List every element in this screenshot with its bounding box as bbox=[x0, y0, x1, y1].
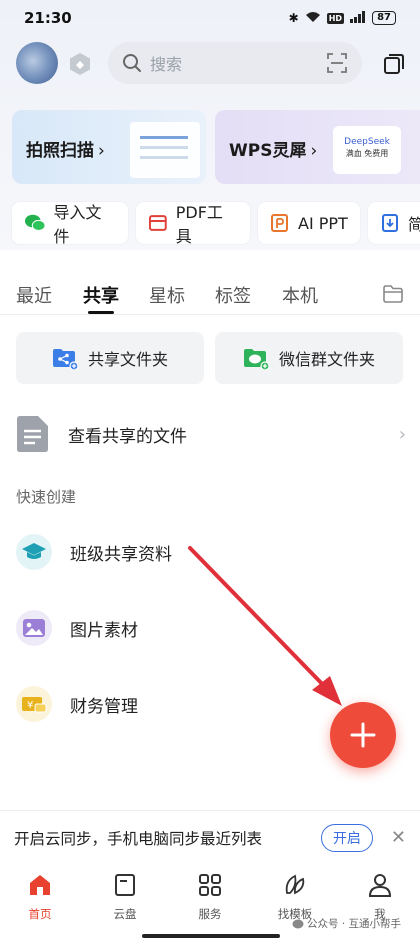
enable-sync-button[interactable]: 开启 bbox=[320, 823, 373, 852]
bluetooth-icon: ✱ bbox=[288, 11, 299, 25]
plus-icon bbox=[350, 722, 376, 748]
battery-icon: 87 bbox=[372, 11, 396, 25]
shared-folder-label: 共享文件夹 bbox=[87, 350, 168, 369]
nav-templates[interactable]: 找模板 bbox=[259, 872, 331, 922]
grid-icon bbox=[199, 874, 221, 896]
image-assets-label: 图片素材 bbox=[70, 620, 138, 641]
document-illustration bbox=[130, 122, 200, 178]
nav-services[interactable]: 服务 bbox=[174, 872, 246, 922]
tab-local[interactable]: 本机 bbox=[282, 282, 318, 308]
scan-icon[interactable] bbox=[326, 52, 348, 74]
pdf-tools-button[interactable]: PDF工具 bbox=[136, 202, 250, 246]
nav-home[interactable]: 首页 bbox=[4, 872, 76, 922]
chevron-right-icon: › bbox=[310, 141, 318, 161]
tools-row: 导入文件 PDF工具 AI PPT 简 bbox=[12, 202, 420, 246]
image-icon bbox=[16, 610, 52, 646]
wps-ai-banner-label: WPS灵犀 bbox=[229, 141, 307, 161]
nav-services-label: 服务 bbox=[198, 907, 222, 921]
view-shared-files-row[interactable]: 查看共享的文件 › bbox=[16, 412, 406, 456]
ai-ppt-label: AI PPT bbox=[298, 213, 348, 233]
file-tabs: 最近 共享 星标 标签 本机 bbox=[0, 278, 420, 314]
create-new-fab[interactable] bbox=[330, 702, 396, 768]
simple-doc-button[interactable]: 简 bbox=[368, 202, 420, 244]
status-icons: ✱ HD 87 bbox=[288, 10, 396, 26]
doc-icon bbox=[382, 214, 398, 232]
watermark: 公众号 · 互通小帮手 bbox=[292, 916, 401, 931]
share-folder-icon bbox=[52, 349, 78, 370]
ppt-icon bbox=[271, 214, 288, 232]
avatar[interactable] bbox=[16, 42, 58, 84]
multi-window-icon[interactable] bbox=[382, 52, 406, 76]
hexagon-badge-icon[interactable] bbox=[68, 52, 92, 76]
status-bar: 21:30 ✱ HD 87 bbox=[0, 0, 420, 36]
tab-shared[interactable]: 共享 bbox=[83, 282, 119, 308]
watermark-text: 公众号 · 互通小帮手 bbox=[307, 918, 402, 930]
quick-create-title: 快速创建 bbox=[16, 488, 77, 506]
status-time: 21:30 bbox=[24, 9, 72, 27]
deepseek-subtitle: 满血 免费用 bbox=[345, 149, 389, 158]
wechat-folder-icon bbox=[243, 349, 269, 370]
search-icon bbox=[123, 54, 141, 72]
scan-banner-label: 拍照扫描 bbox=[26, 141, 94, 161]
document-icon bbox=[17, 416, 48, 452]
header: 搜索 bbox=[0, 40, 420, 86]
home-icon bbox=[30, 875, 50, 895]
tab-recent[interactable]: 最近 bbox=[16, 282, 52, 308]
nav-cloud-drive-label: 云盘 bbox=[113, 907, 137, 921]
class-materials-label: 班级共享资料 bbox=[70, 544, 172, 565]
close-icon[interactable]: ✕ bbox=[391, 827, 406, 848]
chevron-right-icon: › bbox=[398, 423, 406, 445]
wechat-group-folder-button[interactable]: 微信群文件夹 bbox=[215, 332, 403, 384]
cloud-drive-icon bbox=[115, 874, 135, 896]
ai-ppt-button[interactable]: AI PPT bbox=[258, 202, 360, 244]
feature-banners: 拍照扫描 › DeepSeek 满血 免费用 WPS灵犀 › bbox=[12, 110, 420, 184]
scan-banner[interactable]: 拍照扫描 › bbox=[12, 110, 206, 184]
view-shared-files-label: 查看共享的文件 bbox=[68, 426, 187, 447]
tab-tags[interactable]: 标签 bbox=[215, 282, 251, 308]
simple-doc-label: 简 bbox=[408, 215, 420, 234]
graduation-cap-icon bbox=[16, 534, 52, 570]
import-file-label: 导入文件 bbox=[53, 203, 102, 246]
nav-me[interactable]: 我 bbox=[344, 872, 416, 922]
signal-icon bbox=[350, 10, 366, 26]
deepseek-title: DeepSeek bbox=[344, 137, 390, 147]
share-buttons: 共享文件夹 微信群文件夹 bbox=[16, 332, 406, 384]
finance-label: 财务管理 bbox=[70, 696, 138, 717]
wechat-icon bbox=[24, 214, 46, 232]
search-placeholder: 搜索 bbox=[150, 55, 183, 74]
quick-create-class-materials[interactable]: 班级共享资料 bbox=[16, 530, 396, 574]
cloud-sync-text: 开启云同步，手机电脑同步最近列表 bbox=[14, 829, 263, 848]
wechat-group-folder-label: 微信群文件夹 bbox=[278, 350, 375, 369]
wifi-icon bbox=[305, 11, 321, 26]
wps-ai-banner[interactable]: DeepSeek 满血 免费用 WPS灵犀 › bbox=[215, 110, 420, 184]
tabs-divider bbox=[0, 314, 420, 315]
chevron-right-icon: › bbox=[98, 141, 105, 161]
search-bar[interactable]: 搜索 bbox=[108, 42, 362, 84]
cloud-sync-bar: 开启云同步，手机电脑同步最近列表 开启 ✕ bbox=[0, 810, 420, 864]
import-file-button[interactable]: 导入文件 bbox=[12, 202, 128, 246]
leaf-icon bbox=[285, 874, 305, 895]
svg-text:¥: ¥ bbox=[27, 700, 33, 711]
wechat-icon bbox=[292, 919, 304, 928]
folder-icon[interactable] bbox=[382, 284, 404, 304]
deepseek-card: DeepSeek 满血 免费用 bbox=[333, 126, 401, 174]
nav-home-label: 首页 bbox=[28, 907, 52, 921]
pdf-icon bbox=[148, 215, 167, 231]
pdf-tools-label: PDF工具 bbox=[175, 203, 223, 246]
person-icon bbox=[368, 874, 392, 897]
home-indicator bbox=[142, 934, 280, 938]
hd-icon: HD bbox=[326, 12, 345, 24]
shared-folder-button[interactable]: 共享文件夹 bbox=[16, 332, 204, 384]
quick-create-image-assets[interactable]: 图片素材 bbox=[16, 606, 396, 650]
tab-starred[interactable]: 星标 bbox=[149, 282, 185, 308]
finance-icon: ¥ bbox=[16, 686, 52, 722]
nav-cloud-drive[interactable]: 云盘 bbox=[89, 872, 161, 922]
